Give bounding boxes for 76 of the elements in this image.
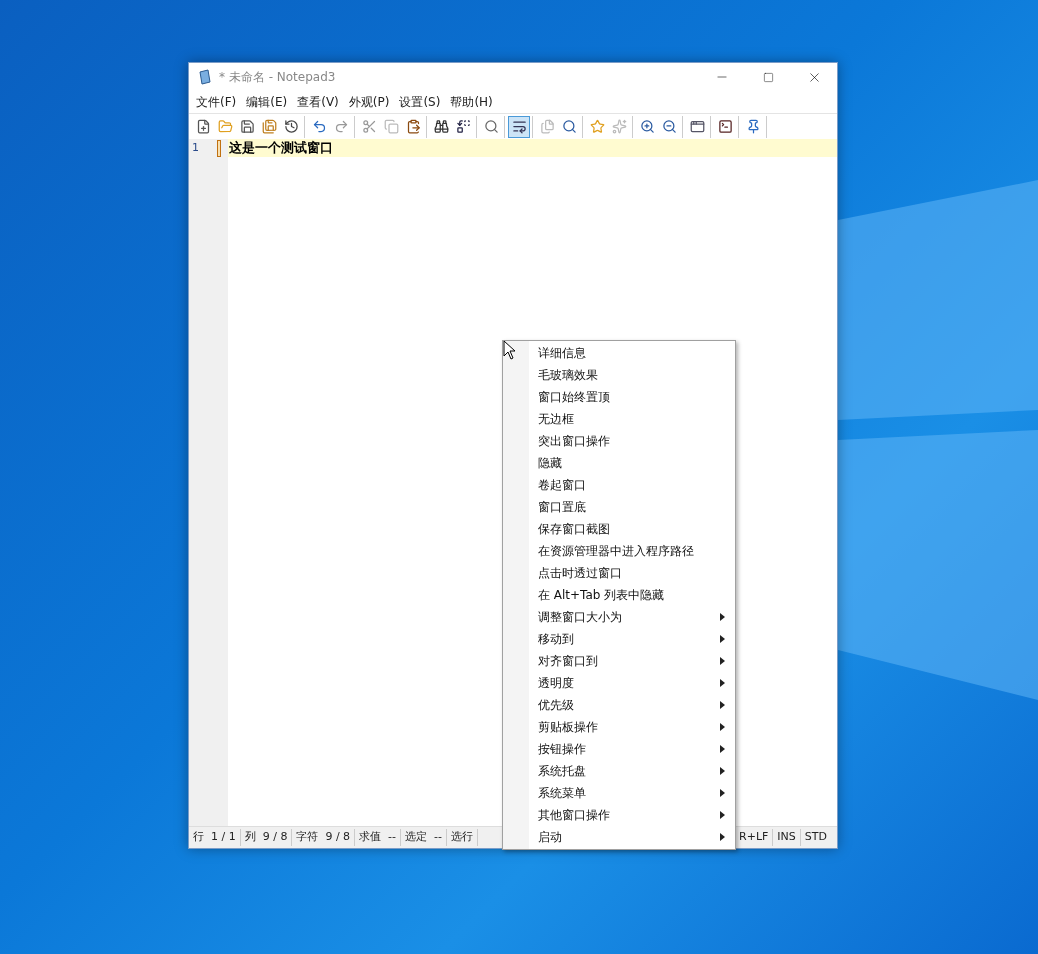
change-marker — [217, 139, 221, 157]
status-field: INS — [772, 829, 800, 846]
menu-item[interactable]: 设置(S) — [394, 92, 446, 112]
context-menu-item[interactable]: 对齐窗口到 — [503, 650, 735, 672]
status-field: 行 1 / 1 — [189, 829, 241, 846]
submenu-arrow-icon — [720, 723, 725, 731]
redo-icon — [333, 119, 349, 134]
submenu-arrow-icon — [720, 833, 725, 841]
status-field: 选定 -- — [401, 829, 447, 846]
submenu-arrow-icon — [720, 745, 725, 753]
maximize-icon — [762, 71, 774, 83]
save-all-icon — [261, 119, 277, 134]
star-icon — [589, 119, 605, 134]
status-field: 求值 -- — [355, 829, 402, 846]
context-menu-item[interactable]: 点击时透过窗口 — [503, 562, 735, 584]
submenu-arrow-icon — [720, 811, 725, 819]
menu-item[interactable]: 外观(P) — [343, 92, 395, 112]
folder-icon — [217, 119, 233, 134]
zoom-out-icon — [661, 119, 677, 134]
context-menu-item[interactable]: 启动 — [503, 826, 735, 848]
submenu-arrow-icon — [720, 635, 725, 643]
pages-icon — [539, 119, 555, 134]
menu-item[interactable]: 文件(F) — [191, 92, 242, 112]
status-field: 列 9 / 8 — [240, 829, 293, 846]
context-menu-item[interactable]: 隐藏 — [503, 452, 735, 474]
submenu-arrow-icon — [720, 767, 725, 775]
context-menu-item[interactable]: 系统菜单 — [503, 782, 735, 804]
context-menu-item[interactable]: 调整窗口大小为 — [503, 606, 735, 628]
submenu-arrow-icon — [720, 679, 725, 687]
new-file-icon — [195, 119, 211, 134]
context-menu-item[interactable]: 毛玻璃效果 — [503, 364, 735, 386]
toolbar-button[interactable] — [508, 115, 530, 138]
context-menu-item[interactable]: 剪贴板操作 — [503, 716, 735, 738]
context-menu-item[interactable]: 卷起窗口 — [503, 474, 735, 496]
context-menu-item[interactable]: 保存窗口截图 — [503, 518, 735, 540]
menu-item[interactable]: 帮助(H) — [445, 92, 498, 112]
replace-icon — [455, 119, 471, 134]
search-icon — [483, 119, 499, 134]
word-wrap-icon — [511, 119, 527, 134]
paste-icon — [405, 119, 421, 134]
submenu-arrow-icon — [720, 789, 725, 797]
menu-item[interactable]: 查看(V) — [292, 92, 344, 112]
context-menu-item[interactable]: 在 Alt+Tab 列表中隐藏 — [503, 584, 735, 606]
copy-icon — [383, 119, 399, 134]
context-menu-item[interactable]: 其他窗口操作 — [503, 804, 735, 826]
pin-icon — [745, 119, 761, 134]
status-field: STD — [799, 829, 831, 846]
context-menu-item[interactable]: 在资源管理器中进入程序路径 — [503, 540, 735, 562]
status-field: 字符 9 / 8 — [292, 829, 356, 846]
submenu-arrow-icon — [720, 657, 725, 665]
history-icon — [283, 119, 299, 134]
magnifier-icon — [561, 119, 577, 134]
terminal-icon — [717, 119, 733, 134]
context-menu-item[interactable]: 系统托盘 — [503, 760, 735, 782]
undo-icon — [311, 119, 327, 134]
context-menu-item[interactable]: 透明度 — [503, 672, 735, 694]
window-title: * 未命名 - Notepad3 — [219, 69, 336, 86]
context-menu-item[interactable]: 优先级 — [503, 694, 735, 716]
save-icon — [239, 119, 255, 134]
submenu-arrow-icon — [720, 613, 725, 621]
context-menu-item[interactable]: 窗口始终置顶 — [503, 386, 735, 408]
context-menu-item[interactable]: 按钮操作 — [503, 738, 735, 760]
menu-item[interactable]: 编辑(E) — [241, 92, 293, 112]
cut-icon — [361, 119, 377, 134]
context-menu-item[interactable]: 移动到 — [503, 628, 735, 650]
zoom-in-icon — [639, 119, 655, 134]
context-menu-item[interactable]: 窗口置底 — [503, 496, 735, 518]
context-menu-item[interactable]: 无边框 — [503, 408, 735, 430]
binoculars-icon — [433, 119, 449, 134]
notepad-icon — [197, 69, 213, 85]
line-number: 1 — [191, 139, 200, 156]
editor-text: 这是一个测试窗口 — [229, 139, 333, 158]
context-menu-item[interactable]: 突出窗口操作 — [503, 430, 735, 452]
window-icon — [689, 119, 705, 134]
status-field: 选行 — [447, 829, 478, 846]
submenu-arrow-icon — [720, 701, 725, 709]
